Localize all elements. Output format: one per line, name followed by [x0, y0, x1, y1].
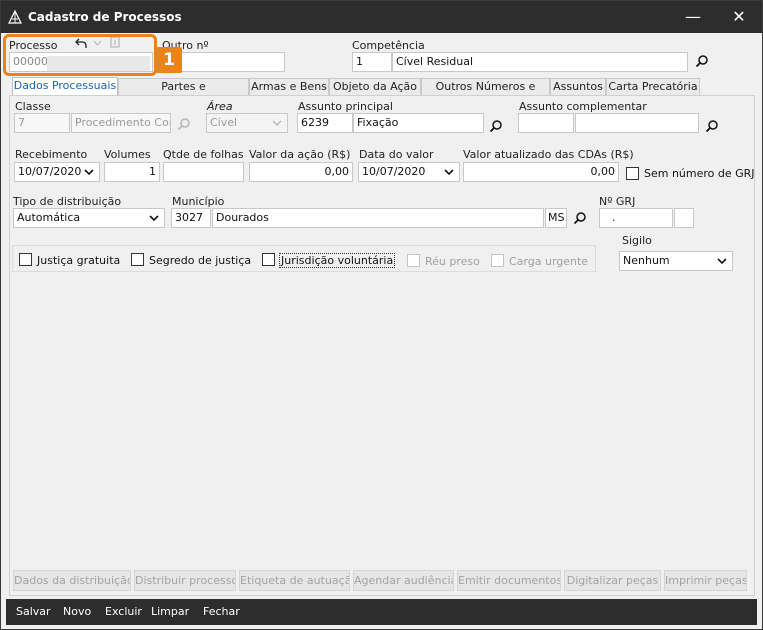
agendar-audiencia-button[interactable]: Agendar audiência — [353, 570, 454, 591]
recebimento-value: 10/07/2020 — [18, 165, 82, 178]
assunto-complementar-desc-input[interactable] — [575, 113, 699, 133]
sigilo-value: Nenhum — [623, 254, 670, 267]
tipo-distribuicao-select[interactable]: Automática — [13, 208, 165, 228]
qtde-folhas-input[interactable] — [163, 162, 244, 182]
search-icon[interactable] — [489, 119, 503, 133]
tab-carta-precatoria[interactable]: Carta Precatória — [606, 78, 700, 95]
jurisdicao-voluntaria-label: Jurisdição voluntária — [279, 253, 396, 268]
grj-input[interactable]: . — [599, 208, 673, 228]
assunto-principal-label: Assunto principal — [298, 100, 393, 113]
close-button[interactable]: ✕ — [724, 5, 754, 29]
classe-desc-input[interactable]: Procedimento Com — [71, 113, 171, 133]
footer-toolbar: Salvar Novo Excluir Limpar Fechar — [6, 599, 757, 625]
grj-label: Nº GRJ — [599, 195, 636, 208]
data-valor-label: Data do valor — [359, 148, 434, 161]
novo-button[interactable]: Novo — [63, 605, 91, 618]
chevron-down-icon — [444, 169, 454, 176]
jurisdicao-voluntaria-checkbox[interactable] — [262, 253, 275, 266]
window-title: Cadastro de Processos — [28, 10, 182, 24]
callout-badge: 1 — [156, 47, 182, 73]
carga-urgente-checkbox[interactable] — [491, 254, 504, 267]
tab-dados-processuais[interactable]: Dados Processuais — [12, 77, 118, 96]
data-valor-value: 10/07/2020 — [362, 165, 426, 178]
segredo-justica-checkbox[interactable] — [131, 253, 144, 266]
valor-cdas-label: Valor atualizado das CDAs (R$) — [463, 148, 634, 161]
etiqueta-autuacao-button[interactable]: Etiqueta de autuação — [239, 570, 350, 591]
assunto-principal-code-input[interactable]: 6239 — [297, 113, 353, 133]
salvar-button[interactable]: Salvar — [16, 605, 51, 618]
fechar-button[interactable]: Fechar — [203, 605, 240, 618]
assunto-principal-desc-input[interactable]: Fixação — [353, 113, 484, 133]
competencia-desc-input[interactable]: Cível Residual — [392, 52, 688, 72]
grj-digit-input[interactable] — [674, 208, 694, 228]
search-icon[interactable] — [177, 117, 191, 131]
recebimento-date-picker[interactable]: 10/07/2020 — [14, 162, 100, 182]
carga-urgente-label: Carga urgente — [509, 255, 589, 268]
chevron-down-icon — [717, 258, 727, 265]
cadastro-processos-window: Cadastro de Processos — ✕ Processo 00000… — [0, 0, 763, 630]
chevron-down-icon — [84, 169, 94, 176]
reu-preso-checkbox[interactable] — [407, 254, 420, 267]
callout-highlight — [3, 34, 157, 76]
imprimir-pecas-button[interactable]: Imprimir peças — [664, 570, 747, 591]
justica-gratuita-label: Justiça gratuita — [37, 254, 121, 267]
search-icon[interactable] — [573, 211, 587, 225]
classe-label: Classe — [15, 100, 51, 113]
limpar-button[interactable]: Limpar — [151, 605, 189, 618]
volumes-input[interactable]: 1 — [104, 162, 160, 182]
classe-code-input[interactable]: 7 — [14, 113, 70, 133]
segredo-justica-label: Segredo de justiça — [149, 254, 252, 267]
sigilo-select[interactable]: Nenhum — [619, 251, 733, 271]
distribuir-processo-button[interactable]: Distribuir processo — [134, 570, 236, 591]
tab-outros-numeros[interactable]: Outros Números e Obs. — [421, 78, 550, 109]
chevron-down-icon — [272, 120, 282, 126]
area-select[interactable]: Cível — [206, 113, 288, 133]
sem-numero-grj-checkbox[interactable] — [626, 167, 639, 180]
justica-gratuita-checkbox[interactable] — [19, 253, 32, 266]
volumes-label: Volumes — [104, 148, 151, 161]
valor-cdas-input[interactable]: 0,00 — [463, 162, 619, 182]
tipo-distribuicao-label: Tipo de distribuição — [13, 195, 122, 208]
municipio-uf-input[interactable]: MS — [545, 208, 567, 228]
area-label: Área — [207, 100, 233, 113]
valor-acao-input[interactable]: 0,00 — [249, 162, 353, 182]
qtde-folhas-label: Qtde de folhas — [163, 148, 244, 161]
competencia-label: Competência — [352, 39, 425, 52]
municipio-desc-input[interactable]: Dourados — [212, 208, 544, 228]
recebimento-label: Recebimento — [15, 148, 88, 161]
sem-numero-grj-label: Sem número de GRJ — [644, 167, 755, 180]
tab-assuntos[interactable]: Assuntos — [550, 78, 606, 95]
search-icon[interactable] — [695, 54, 709, 68]
search-icon[interactable] — [705, 119, 719, 133]
assunto-complementar-label: Assunto complementar — [519, 100, 647, 113]
competencia-code-input[interactable]: 1 — [352, 52, 392, 72]
dados-distribuicao-button[interactable]: Dados da distribuição — [13, 570, 131, 591]
municipio-label: Município — [172, 195, 225, 208]
valor-acao-label: Valor da ação (R$) — [249, 148, 351, 161]
title-bar: Cadastro de Processos — ✕ — [1, 1, 762, 33]
excluir-button[interactable]: Excluir — [105, 605, 142, 618]
digitalizar-pecas-button[interactable]: Digitalizar peças — [564, 570, 661, 591]
chevron-down-icon — [149, 215, 159, 222]
area-select-value: Cível — [210, 116, 238, 129]
data-valor-date-picker[interactable]: 10/07/2020 — [358, 162, 460, 182]
app-logo-icon — [8, 10, 22, 24]
sigilo-label: Sigilo — [622, 234, 652, 247]
tab-partes-representantes[interactable]: Partes e Representantes — [118, 78, 249, 109]
tipo-distribuicao-value: Automática — [17, 211, 81, 224]
municipio-code-input[interactable]: 3027 — [171, 208, 211, 228]
assunto-complementar-code-input[interactable] — [518, 113, 574, 133]
minimize-button[interactable]: — — [678, 5, 708, 29]
tab-armas-bens[interactable]: Armas e Bens — [249, 78, 329, 95]
emitir-documentos-button[interactable]: Emitir documentos — [457, 570, 561, 591]
tab-objeto-acao[interactable]: Objeto da Ação — [329, 78, 421, 95]
reu-preso-label: Réu preso — [425, 255, 480, 268]
